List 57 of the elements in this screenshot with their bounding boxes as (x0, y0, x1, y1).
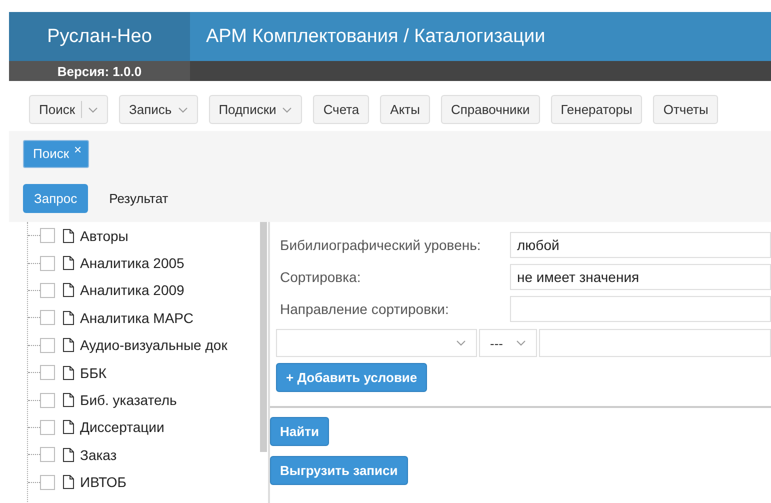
input-field[interactable]: не имеет значения (510, 264, 771, 290)
chevron-down-icon (282, 106, 292, 112)
chevron-down-icon (516, 340, 526, 346)
tree-item[interactable]: ИВТОБ (80, 474, 126, 490)
checkbox[interactable] (40, 256, 55, 271)
tree-item[interactable]: Диссертации (80, 419, 164, 436)
version-label: Версия: 1.0.0 (9, 61, 190, 81)
tree-item[interactable]: Биб. указатель (80, 392, 177, 408)
tree-item[interactable]: Аудио-визуальные док (80, 337, 228, 354)
field-label: Бибилиографический уровень: (280, 237, 482, 253)
menu-button[interactable]: Справочники (440, 95, 540, 124)
chevron-down-icon (456, 340, 466, 346)
input-field[interactable] (510, 296, 771, 322)
document-icon (63, 475, 74, 490)
tab[interactable]: Результат (98, 184, 180, 213)
document-icon (63, 448, 74, 462)
tree-item[interactable]: ББК (80, 364, 107, 381)
document-icon (63, 256, 74, 270)
checkbox[interactable] (40, 474, 55, 490)
document-icon (63, 420, 74, 434)
field-label: Направление сортировки: (280, 301, 450, 317)
scrollbar[interactable] (260, 222, 267, 452)
document-icon (63, 338, 74, 352)
document-icon (63, 310, 74, 325)
checkbox[interactable] (40, 447, 55, 462)
select-field[interactable] (276, 329, 477, 357)
checkbox[interactable] (40, 365, 55, 380)
checkbox[interactable] (40, 338, 55, 353)
select-field[interactable]: --- (479, 329, 537, 357)
document-icon (63, 366, 74, 380)
checkbox[interactable] (40, 282, 55, 298)
menu-button[interactable]: Отчеты (653, 95, 718, 124)
checkbox[interactable] (40, 420, 55, 435)
chevron-down-icon (88, 106, 98, 112)
menu-button[interactable]: Подписки (208, 95, 302, 124)
tree-item[interactable]: Аналитика 2009 (80, 282, 184, 298)
checkbox[interactable] (40, 392, 55, 408)
field-label: Сортировка: (280, 269, 362, 285)
menu-button[interactable]: Акты (380, 95, 430, 124)
menu-button[interactable]: Поиск (29, 95, 108, 124)
document-icon (63, 283, 74, 298)
app-name: Руслан-Нео (9, 12, 190, 61)
chevron-down-icon (178, 106, 188, 112)
tree-item[interactable]: Заказ (80, 446, 117, 463)
menu-button[interactable]: Запись (119, 95, 198, 124)
checkbox[interactable] (40, 310, 55, 326)
menu-button[interactable]: Генераторы (550, 95, 642, 124)
checkbox[interactable] (40, 228, 55, 244)
document-icon (63, 228, 74, 243)
input-field[interactable] (539, 329, 771, 357)
tree-item[interactable]: Авторы (80, 228, 128, 244)
input-field[interactable]: любой (510, 232, 771, 258)
document-icon (63, 393, 74, 408)
app-title: АРМ Комплектования / Каталогизации (190, 12, 771, 61)
tree-item[interactable]: Аналитика МАРС (80, 310, 194, 326)
menu-button[interactable]: Счета (313, 95, 370, 124)
tree-item[interactable]: Аналитика 2005 (80, 255, 184, 272)
